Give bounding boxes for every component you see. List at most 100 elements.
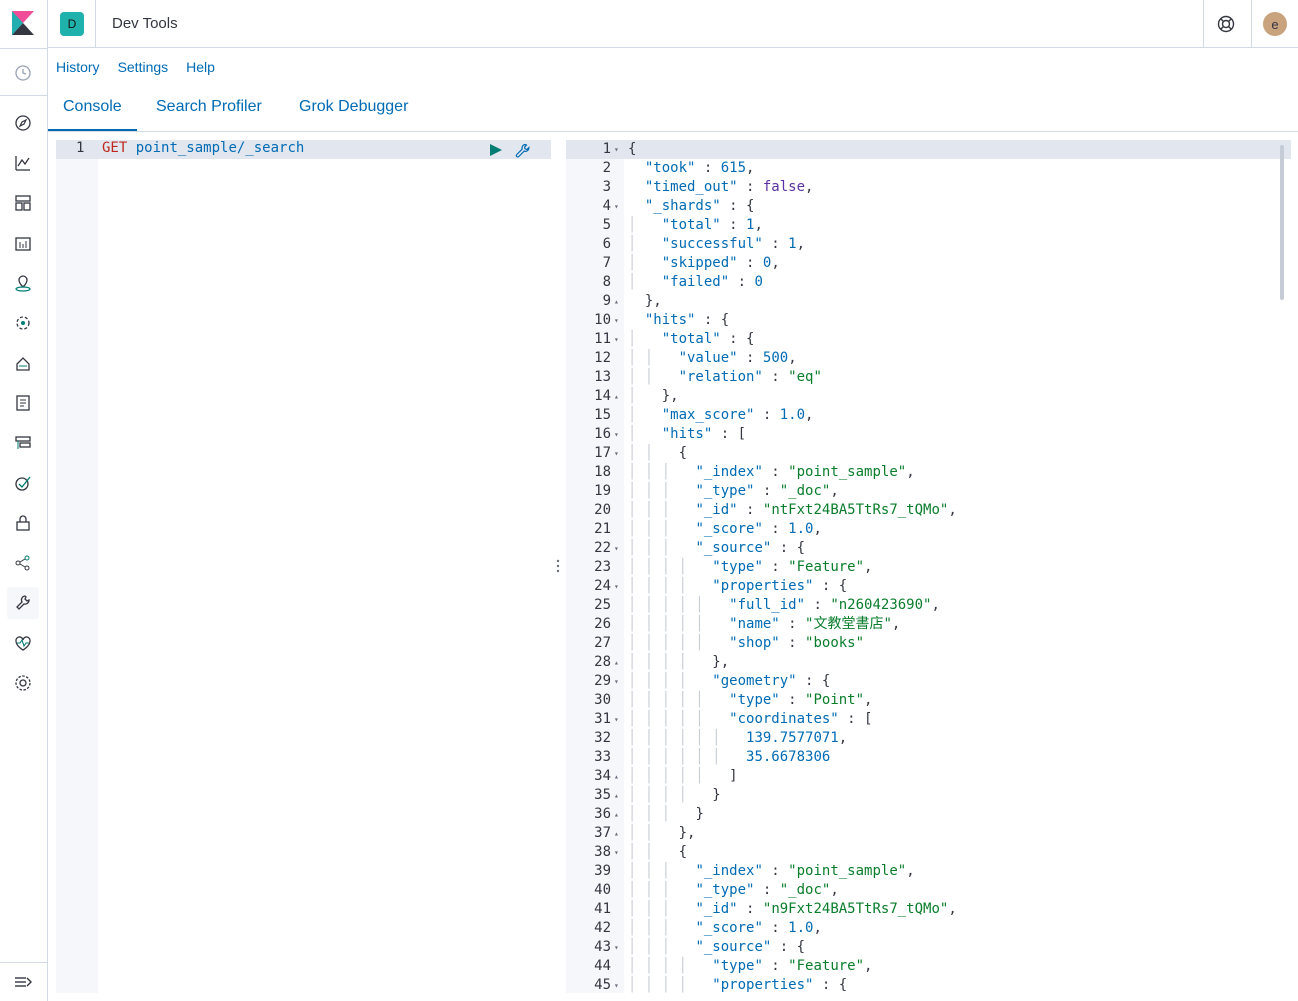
line-number: 41 [594, 901, 611, 917]
fold-toggle-icon[interactable]: ▴ [614, 805, 622, 824]
line-number: 9 [602, 293, 611, 309]
response-line: 1 ▾ { [566, 140, 1291, 159]
fold-toggle-icon[interactable]: ▾ [614, 444, 622, 463]
response-line: 24 ▾ │ │ │ │ "properties" : { [566, 577, 1291, 596]
json-text: │ │ │ │ │ "name" : "文教堂書店", [628, 616, 901, 632]
clock-icon[interactable] [12, 62, 34, 84]
json-text: │ │ │ │ "properties" : { [628, 977, 848, 993]
line-number: 1 [76, 140, 85, 156]
kibana-logo-icon[interactable] [12, 11, 34, 35]
line-number: 16 [594, 426, 611, 442]
monitoring-icon[interactable] [12, 632, 34, 654]
fold-toggle-icon[interactable]: ▾ [614, 140, 622, 159]
graph-icon[interactable] [12, 552, 34, 574]
response-line: 32 │ │ │ │ │ │ 139.7577071, [566, 729, 1291, 748]
response-line: 36 ▴ │ │ │ } [566, 805, 1291, 824]
response-scrollbar[interactable] [1280, 145, 1284, 300]
ml-icon[interactable] [12, 312, 34, 334]
response-line: 4 ▾ "_shards" : { [566, 197, 1291, 216]
line-number: 23 [594, 559, 611, 575]
visualize-icon[interactable] [12, 152, 34, 174]
fold-toggle-icon[interactable]: ▴ [614, 292, 622, 311]
tab-console[interactable]: Console [48, 98, 137, 131]
line-number: 43 [594, 939, 611, 955]
fold-toggle-icon[interactable]: ▾ [614, 425, 622, 444]
response-line: 45 ▾ │ │ │ │ "properties" : { [566, 976, 1291, 993]
fold-toggle-icon[interactable]: ▾ [614, 710, 622, 729]
fold-toggle-icon[interactable]: ▾ [614, 672, 622, 691]
space-avatar[interactable]: D [60, 12, 84, 36]
fold-toggle-icon[interactable]: ▴ [614, 786, 622, 805]
json-text: │ │ │ "_id" : "ntFxt24BA5TtRs7_tQMo", [628, 502, 957, 518]
fold-toggle-icon[interactable]: ▾ [614, 311, 622, 330]
line-number: 34 [594, 768, 611, 784]
logs-icon[interactable] [12, 392, 34, 414]
request-line[interactable]: GET point_sample/_search [102, 140, 304, 156]
fold-toggle-icon[interactable]: ▾ [614, 577, 622, 596]
fold-toggle-icon[interactable]: ▾ [614, 938, 622, 957]
siem-icon[interactable] [12, 512, 34, 534]
line-number: 27 [594, 635, 611, 651]
json-text: │ │ │ │ } [628, 787, 721, 803]
fold-toggle-icon[interactable]: ▾ [614, 197, 622, 216]
fold-toggle-icon[interactable]: ▾ [614, 976, 622, 993]
help-icon[interactable] [1216, 14, 1236, 34]
settings-link[interactable]: Settings [118, 59, 169, 75]
line-number: 26 [594, 616, 611, 632]
side-nav [0, 0, 48, 1001]
tab-search-profiler[interactable]: Search Profiler [156, 98, 262, 131]
fold-toggle-icon[interactable]: ▴ [614, 387, 622, 406]
management-icon[interactable] [12, 672, 34, 694]
json-text: │ │ │ │ }, [628, 654, 730, 670]
json-text: │ │ │ "_type" : "_doc", [628, 882, 839, 898]
response-line: 15 │ "max_score" : 1.0, [566, 406, 1291, 425]
fold-toggle-icon[interactable]: ▴ [614, 767, 622, 786]
dashboard-icon[interactable] [12, 192, 34, 214]
response-line: 25 │ │ │ │ │ "full_id" : "n260423690", [566, 596, 1291, 615]
fold-toggle-icon[interactable]: ▴ [614, 653, 622, 672]
json-text: │ │ │ "_id" : "n9Fxt24BA5TtRs7_tQMo", [628, 901, 957, 917]
devtools-icon[interactable] [7, 587, 39, 619]
fold-toggle-icon[interactable]: ▾ [614, 539, 622, 558]
json-text: │ │ │ │ "type" : "Feature", [628, 559, 873, 575]
line-number: 17 [594, 445, 611, 461]
fold-toggle-icon[interactable]: ▾ [614, 843, 622, 862]
response-viewer[interactable]: 1 ▾{2 "took" : 615, 3 "timed_out" : false,… [566, 140, 1291, 993]
console-menu: History Settings Help [56, 59, 215, 75]
header-bar: D Dev Tools e [48, 0, 1298, 48]
response-line: 30 │ │ │ │ │ "type" : "Point", [566, 691, 1291, 710]
wrench-icon[interactable] [515, 143, 531, 159]
canvas-icon[interactable] [12, 232, 34, 254]
infra-icon[interactable] [12, 352, 34, 374]
line-number: 33 [594, 749, 611, 765]
json-text: │ │ │ │ "properties" : { [628, 578, 848, 594]
maps-icon[interactable] [12, 272, 34, 294]
json-text: │ │ │ "_source" : { [628, 939, 806, 955]
json-text: │ "total" : { [628, 331, 755, 347]
pane-resizer-handle[interactable] [553, 558, 563, 574]
compass-icon[interactable] [12, 112, 34, 134]
fold-toggle-icon[interactable]: ▾ [614, 330, 622, 349]
tab-grok-debugger[interactable]: Grok Debugger [299, 98, 408, 131]
response-line: 28 ▴ │ │ │ │ }, [566, 653, 1291, 672]
apm-icon[interactable] [12, 432, 34, 454]
line-number: 4 [602, 198, 611, 214]
collapse-nav-button[interactable] [0, 962, 48, 1001]
line-number: 31 [594, 711, 611, 727]
fold-toggle-icon[interactable]: ▴ [614, 824, 622, 843]
line-number: 18 [594, 464, 611, 480]
help-link[interactable]: Help [186, 59, 215, 75]
line-number: 11 [594, 331, 611, 347]
response-line: 5 │ "total" : 1, [566, 216, 1291, 235]
send-request-play-icon[interactable] [490, 144, 502, 156]
request-editor[interactable]: 1 GET point_sample/_search [56, 140, 551, 993]
line-number: 30 [594, 692, 611, 708]
json-text: │ │ │ } [628, 806, 704, 822]
response-line: 13 │ │ "relation" : "eq" [566, 368, 1291, 387]
line-number: 20 [594, 502, 611, 518]
line-number: 32 [594, 730, 611, 746]
history-link[interactable]: History [56, 59, 100, 75]
line-number: 12 [594, 350, 611, 366]
user-avatar[interactable]: e [1263, 12, 1287, 36]
uptime-icon[interactable] [12, 472, 34, 494]
